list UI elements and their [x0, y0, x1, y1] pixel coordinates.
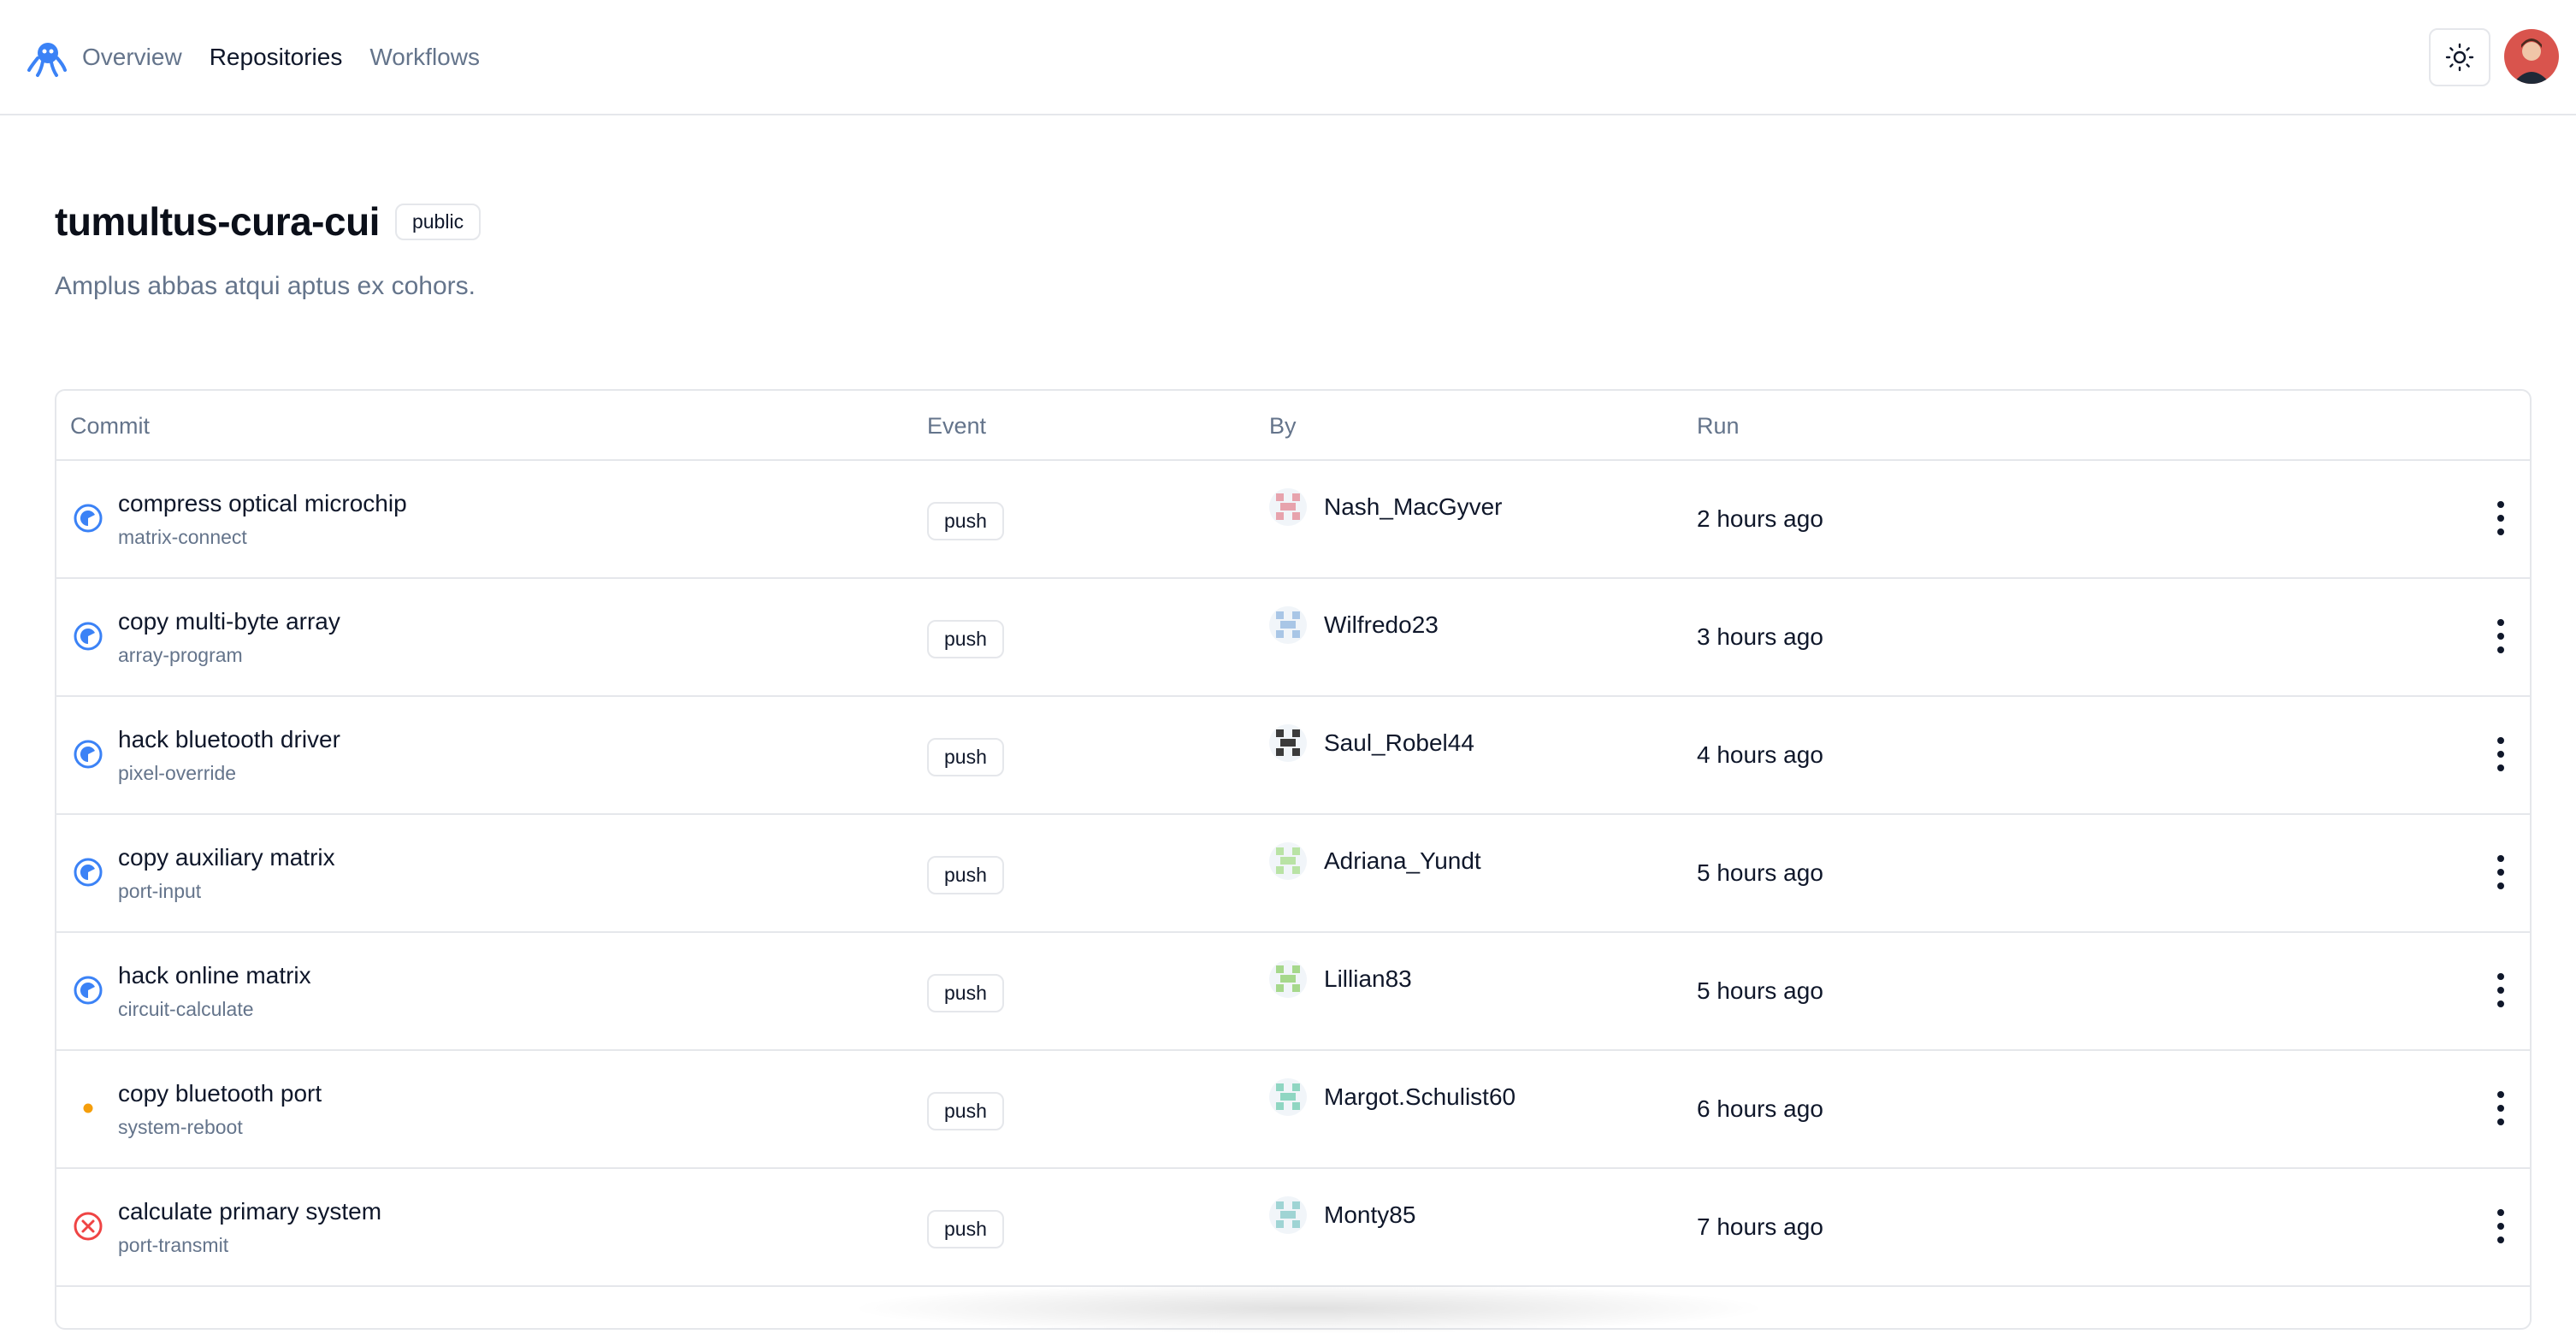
bottom-shadow	[847, 1283, 1770, 1334]
commit-title[interactable]: copy multi-byte array	[118, 608, 340, 635]
table-header: Commit Event By Run	[56, 391, 2530, 461]
event-badge: push	[927, 856, 1004, 894]
more-vertical-icon	[2497, 619, 2504, 653]
running-status-icon	[74, 504, 103, 533]
table-body: compress optical microchip matrix-connec…	[56, 461, 2530, 1287]
header-run: Run	[1697, 413, 1740, 439]
table-row[interactable]: hack online matrix circuit-calculate pus…	[56, 933, 2530, 1051]
author-name: Wilfredo23	[1324, 611, 1439, 638]
header-by: By	[1269, 413, 1297, 439]
nav-workflows[interactable]: Workflows	[369, 44, 480, 71]
table-row[interactable]: hack bluetooth driver pixel-override pus…	[56, 697, 2530, 815]
event-badge: push	[927, 1092, 1004, 1130]
commit-title[interactable]: copy auxiliary matrix	[118, 844, 335, 871]
commit-branch: array-program	[118, 644, 243, 666]
visibility-badge: public	[394, 203, 482, 240]
commit-branch: circuit-calculate	[118, 998, 254, 1020]
author-avatar	[1269, 1078, 1307, 1116]
row-actions-button[interactable]	[2484, 969, 2518, 1012]
running-status-icon	[74, 976, 103, 1005]
run-time: 5 hours ago	[1697, 859, 1823, 886]
commit-branch: port-input	[118, 880, 202, 902]
event-badge: push	[927, 502, 1004, 540]
row-actions-button[interactable]	[2484, 497, 2518, 540]
failed-status-icon	[74, 1212, 103, 1241]
commit-title[interactable]: compress optical microchip	[118, 490, 407, 517]
author-name: Lillian83	[1324, 965, 1412, 992]
author-name: Adriana_Yundt	[1324, 847, 1481, 874]
nav-repositories[interactable]: Repositories	[210, 44, 343, 71]
author-name: Margot.Schulist60	[1324, 1083, 1516, 1110]
commit-branch: pixel-override	[118, 762, 237, 784]
running-status-icon	[74, 858, 103, 887]
commit-title[interactable]: hack bluetooth driver	[118, 726, 340, 753]
author-avatar	[1269, 960, 1307, 998]
commit-title[interactable]: copy bluetooth port	[118, 1080, 322, 1107]
commit-branch: system-reboot	[118, 1116, 243, 1138]
commit-title[interactable]: hack online matrix	[118, 962, 311, 989]
repo-description: Amplus abbas atqui aptus ex cohors.	[55, 272, 476, 300]
running-status-icon	[74, 740, 103, 769]
row-actions-button[interactable]	[2484, 615, 2518, 658]
commit-title[interactable]: calculate primary system	[118, 1198, 381, 1225]
event-badge: push	[927, 974, 1004, 1012]
author-avatar	[1269, 724, 1307, 762]
author-avatar	[1269, 606, 1307, 644]
more-vertical-icon	[2497, 1091, 2504, 1125]
top-navigation-bar: Overview Repositories Workflows	[0, 0, 2576, 115]
user-avatar[interactable]	[2504, 29, 2559, 84]
nav-overview[interactable]: Overview	[82, 44, 182, 71]
author-avatar	[1269, 488, 1307, 526]
workflow-runs-table: Commit Event By Run compress optical mic…	[55, 389, 2532, 1330]
sun-icon	[2445, 43, 2474, 72]
octopus-icon[interactable]	[26, 38, 67, 79]
run-time: 7 hours ago	[1697, 1213, 1823, 1240]
event-badge: push	[927, 738, 1004, 776]
author-avatar	[1269, 842, 1307, 880]
more-vertical-icon	[2497, 501, 2504, 535]
author-name: Monty85	[1324, 1201, 1416, 1228]
repo-title: tumultus-cura-cui	[55, 199, 380, 244]
run-time: 4 hours ago	[1697, 741, 1823, 768]
author-name: Nash_MacGyver	[1324, 493, 1503, 520]
run-time: 6 hours ago	[1697, 1095, 1823, 1122]
repo-header: tumultus-cura-cui public	[55, 198, 482, 245]
run-time: 5 hours ago	[1697, 977, 1823, 1004]
row-actions-button[interactable]	[2484, 1205, 2518, 1248]
more-vertical-icon	[2497, 973, 2504, 1007]
queued-status-icon	[83, 1103, 93, 1113]
row-actions-button[interactable]	[2484, 733, 2518, 776]
commit-branch: matrix-connect	[118, 526, 247, 548]
table-row[interactable]: compress optical microchip matrix-connec…	[56, 461, 2530, 579]
author-name: Saul_Robel44	[1324, 729, 1474, 756]
run-time: 3 hours ago	[1697, 623, 1823, 650]
theme-toggle-button[interactable]	[2429, 28, 2490, 86]
more-vertical-icon	[2497, 737, 2504, 771]
table-row[interactable]: calculate primary system port-transmit p…	[56, 1169, 2530, 1287]
more-vertical-icon	[2497, 1209, 2504, 1243]
table-row[interactable]: copy multi-byte array array-program push…	[56, 579, 2530, 697]
table-row[interactable]: copy bluetooth port system-reboot push M…	[56, 1051, 2530, 1169]
event-badge: push	[927, 620, 1004, 658]
header-event: Event	[927, 413, 987, 439]
commit-branch: port-transmit	[118, 1234, 229, 1256]
event-badge: push	[927, 1210, 1004, 1248]
main-nav: Overview Repositories Workflows	[82, 0, 480, 114]
row-actions-button[interactable]	[2484, 851, 2518, 894]
more-vertical-icon	[2497, 855, 2504, 889]
table-row[interactable]: copy auxiliary matrix port-input push Ad…	[56, 815, 2530, 933]
running-status-icon	[74, 622, 103, 651]
run-time: 2 hours ago	[1697, 505, 1823, 532]
header-commit: Commit	[70, 413, 150, 439]
author-avatar	[1269, 1196, 1307, 1234]
row-actions-button[interactable]	[2484, 1087, 2518, 1130]
